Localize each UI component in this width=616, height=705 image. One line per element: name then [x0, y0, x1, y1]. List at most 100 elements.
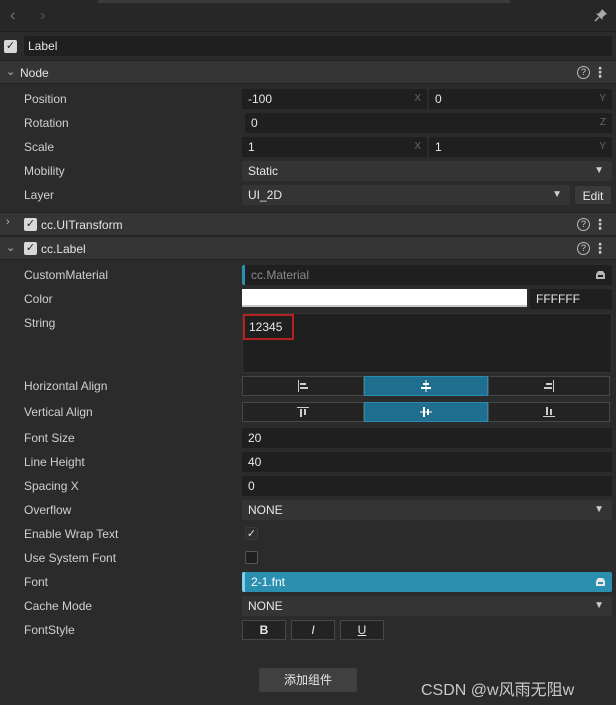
toolbar: ‹ › — [0, 0, 616, 32]
color-label: Color — [24, 292, 53, 306]
align-right-button[interactable] — [488, 376, 610, 396]
more-vertical-icon[interactable]: ⋮ — [593, 215, 607, 233]
use-system-font-label: Use System Font — [24, 551, 117, 565]
string-value: 12345 — [249, 320, 283, 334]
custom-material-label: CustomMaterial — [24, 268, 109, 282]
asset-browse-icon[interactable] — [595, 577, 606, 587]
overflow-select[interactable]: NONE ▼ — [242, 500, 612, 520]
node-enabled-checkbox[interactable]: ✓ — [4, 40, 17, 53]
pin-icon[interactable] — [594, 8, 608, 22]
layer-select[interactable]: UI_2D ▼ — [242, 185, 570, 205]
line-height-field[interactable]: 40 — [242, 452, 612, 472]
spacing-x-field[interactable]: 0 — [242, 476, 612, 496]
node-name-input[interactable]: Label — [24, 36, 612, 56]
align-bottom-button[interactable] — [488, 402, 610, 422]
use-system-font-checkbox[interactable] — [245, 551, 258, 564]
font-label: Font — [24, 575, 49, 589]
z-axis-label: Z — [599, 117, 606, 128]
section-title: cc.UITransform — [41, 218, 123, 232]
position-x-field[interactable]: -100 X — [242, 89, 427, 109]
node-section-header[interactable]: ⌄ Node ? ⋮ — [0, 60, 616, 84]
x-axis-label: X — [414, 93, 421, 104]
cache-mode-label: Cache Mode — [24, 599, 93, 613]
mobility-select[interactable]: Static ▼ — [242, 161, 612, 181]
font-style-label: FontStyle — [24, 623, 75, 637]
position-label: Position — [24, 92, 67, 106]
label-enabled-checkbox[interactable]: ✓ — [24, 242, 37, 255]
string-textarea[interactable]: 12345 — [242, 313, 612, 373]
vertical-align-label: Vertical Align — [24, 405, 93, 419]
align-middle-button[interactable] — [364, 402, 488, 422]
enable-wrap-text-label: Enable Wrap Text — [24, 527, 119, 541]
overflow-value: NONE — [248, 503, 283, 517]
section-title: Node — [20, 66, 49, 80]
rotation-field[interactable]: 0 Z — [245, 113, 612, 133]
font-size-label: Font Size — [24, 431, 75, 445]
asset-browse-icon[interactable] — [595, 270, 606, 280]
help-icon[interactable]: ? — [577, 242, 590, 255]
chevron-down-icon: ▼ — [594, 504, 604, 515]
color-hex-value: FFFFFF — [536, 292, 580, 306]
label-section-header[interactable]: ⌄ ✓ cc.Label ? ⋮ — [0, 236, 616, 260]
overflow-label: Overflow — [24, 503, 72, 517]
align-middle-icon — [420, 407, 432, 417]
more-vertical-icon[interactable]: ⋮ — [593, 63, 607, 81]
cache-mode-value: NONE — [248, 599, 283, 613]
more-vertical-icon[interactable]: ⋮ — [593, 239, 607, 257]
align-top-button[interactable] — [242, 402, 364, 422]
scale-y-field[interactable]: 1 Y — [429, 137, 612, 157]
position-x-value: -100 — [248, 92, 273, 106]
font-size-field[interactable]: 20 — [242, 428, 612, 448]
uitransform-enabled-checkbox[interactable]: ✓ — [24, 218, 37, 231]
watermark: CSDN @w风雨无阻w — [421, 682, 575, 699]
back-arrow-icon[interactable]: ‹ — [10, 8, 15, 24]
color-swatch[interactable] — [242, 289, 527, 307]
scale-y-value: 1 — [435, 140, 442, 154]
help-icon[interactable]: ? — [577, 66, 590, 79]
rotation-z-value: 0 — [251, 116, 258, 130]
cache-mode-select[interactable]: NONE ▼ — [242, 596, 612, 616]
line-height-label: Line Height — [24, 455, 85, 469]
chevron-down-icon: ▼ — [594, 165, 604, 176]
align-center-button[interactable] — [364, 376, 488, 396]
horizontal-align-label: Horizontal Align — [24, 379, 108, 393]
align-top-icon — [297, 407, 309, 417]
scale-label: Scale — [24, 140, 55, 154]
mobility-value: Static — [248, 164, 279, 178]
align-left-icon — [298, 380, 308, 392]
layer-edit-button[interactable]: Edit — [574, 185, 612, 205]
custom-material-field[interactable]: cc.Material — [242, 265, 612, 285]
underline-toggle[interactable]: U — [340, 620, 384, 640]
chevron-down-icon: ▼ — [552, 189, 562, 200]
rotation-label: Rotation — [24, 116, 69, 130]
uitransform-section-header[interactable]: › ✓ cc.UITransform ? ⋮ — [0, 212, 616, 236]
material-placeholder: cc.Material — [251, 268, 310, 282]
align-left-button[interactable] — [242, 376, 364, 396]
node-name-row: ✓ Label — [0, 33, 616, 59]
mobility-label: Mobility — [24, 164, 65, 178]
help-icon[interactable]: ? — [577, 218, 590, 231]
scale-x-field[interactable]: 1 X — [242, 137, 427, 157]
chevron-down-icon[interactable]: ⌄ — [6, 65, 15, 78]
chevron-right-icon[interactable]: › — [6, 216, 10, 228]
forward-arrow-icon[interactable]: › — [40, 8, 45, 24]
font-asset-field[interactable]: 2-1.fnt — [242, 572, 612, 592]
tab-strip — [98, 0, 510, 3]
color-hex-field[interactable]: FFFFFF — [530, 289, 612, 309]
spacing-x-label: Spacing X — [24, 479, 79, 493]
chevron-down-icon[interactable]: ⌄ — [6, 241, 15, 254]
add-component-button[interactable]: 添加组件 — [259, 668, 357, 692]
bold-toggle[interactable]: B — [242, 620, 286, 640]
align-bottom-icon — [543, 407, 555, 417]
position-y-field[interactable]: 0 Y — [429, 89, 612, 109]
layer-label: Layer — [24, 188, 55, 202]
string-label: String — [24, 316, 56, 330]
x-axis-label: X — [414, 141, 421, 152]
y-axis-label: Y — [599, 93, 606, 104]
section-title: cc.Label — [41, 242, 86, 256]
y-axis-label: Y — [599, 141, 606, 152]
align-center-icon — [421, 380, 431, 392]
align-right-icon — [544, 380, 554, 392]
italic-toggle[interactable]: I — [291, 620, 335, 640]
enable-wrap-text-checkbox[interactable]: ✓ — [245, 527, 258, 540]
